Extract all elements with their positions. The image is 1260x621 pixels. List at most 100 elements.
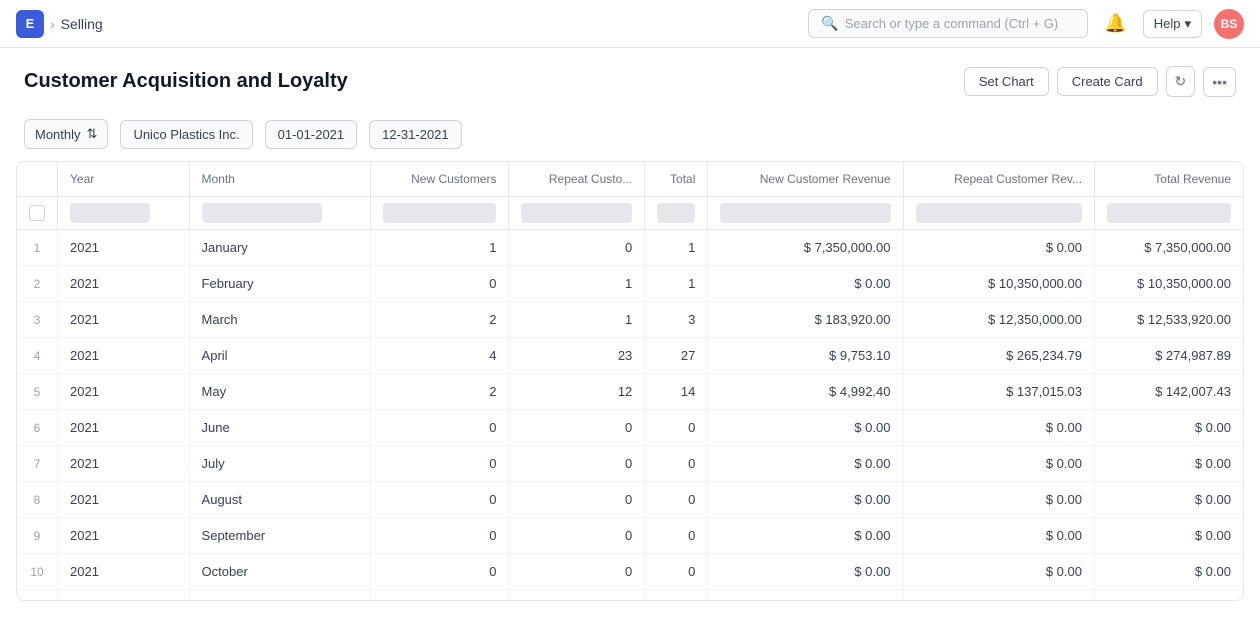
cell-total-revenue: $ 0.00 — [1094, 554, 1243, 590]
cell-repeat-revenue: $ 12,350,000.00 — [903, 302, 1094, 338]
col-repeat-revenue[interactable]: Repeat Customer Rev... — [903, 162, 1094, 197]
breadcrumb-area: E › Selling — [16, 10, 103, 38]
date-from-filter[interactable]: 01-01-2021 — [265, 120, 358, 149]
table-row: 8 2021 August 0 0 0 $ 0.00 $ 0.00 $ 0.00 — [17, 482, 1243, 518]
filters-row: Monthly ⇅ Unico Plastics Inc. 01-01-2021… — [0, 111, 1260, 161]
table-header-row: Year Month New Customers Repeat Custo...… — [17, 162, 1243, 197]
table-row: 3 2021 March 2 1 3 $ 183,920.00 $ 12,350… — [17, 302, 1243, 338]
create-card-button[interactable]: Create Card — [1057, 67, 1158, 96]
app-logo[interactable]: E — [16, 10, 44, 38]
top-navigation: E › Selling 🔍 Search or type a command (… — [0, 0, 1260, 48]
cell-total: 0 — [645, 554, 708, 590]
filter-new-rev-cell[interactable] — [708, 197, 903, 230]
user-avatar[interactable]: BS — [1214, 9, 1244, 39]
col-repeat-customers[interactable]: Repeat Custo... — [509, 162, 645, 197]
filter-year-cell[interactable] — [58, 197, 190, 230]
more-options-button[interactable]: ••• — [1203, 67, 1236, 97]
company-filter[interactable]: Unico Plastics Inc. — [120, 120, 252, 149]
cell-repeat-revenue: $ 0.00 — [903, 230, 1094, 266]
cell-new-revenue: $ 7,350,000.00 — [708, 230, 903, 266]
cell-new-revenue: $ 183,920.00 — [708, 302, 903, 338]
filter-month-cell[interactable] — [189, 197, 371, 230]
cell-new-revenue: $ 0.00 — [708, 554, 903, 590]
cell-year: 2021 — [58, 482, 190, 518]
col-index — [17, 162, 58, 197]
chevron-down-icon: ▾ — [1184, 16, 1191, 32]
date-to-filter[interactable]: 12-31-2021 — [369, 120, 462, 149]
cell-total: 1 — [645, 230, 708, 266]
table-row: 6 2021 June 0 0 0 $ 0.00 $ 0.00 $ 0.00 — [17, 410, 1243, 446]
cell-total: 1 — [645, 266, 708, 302]
table-row: 1 2021 January 1 0 1 $ 7,350,000.00 $ 0.… — [17, 230, 1243, 266]
cell-year: 2021 — [58, 302, 190, 338]
set-chart-button[interactable]: Set Chart — [964, 67, 1049, 96]
cell-new-revenue: $ 4,992.40 — [708, 374, 903, 410]
table-filter-row — [17, 197, 1243, 230]
table-row: 11 2021 November 0 0 0 $ 0.00 $ 0.00 $ 0… — [17, 590, 1243, 602]
page-title: Customer Acquisition and Loyalty — [24, 70, 348, 93]
period-filter[interactable]: Monthly ⇅ — [24, 119, 108, 149]
filter-checkbox-cell[interactable] — [17, 197, 58, 230]
cell-repeat-revenue: $ 0.00 — [903, 554, 1094, 590]
cell-year: 2021 — [58, 410, 190, 446]
row-index: 8 — [17, 482, 58, 518]
row-index: 11 — [17, 590, 58, 602]
cell-repeat-revenue: $ 0.00 — [903, 410, 1094, 446]
cell-repeat-revenue: $ 0.00 — [903, 518, 1094, 554]
notifications-button[interactable]: 🔔 — [1100, 9, 1130, 38]
cell-month: September — [189, 518, 371, 554]
cell-total: 0 — [645, 590, 708, 602]
filter-new-cust-cell[interactable] — [371, 197, 509, 230]
cell-month: July — [189, 446, 371, 482]
breadcrumb-separator: › — [50, 16, 55, 32]
col-year[interactable]: Year — [58, 162, 190, 197]
filter-total-rev-cell[interactable] — [1094, 197, 1243, 230]
row-index: 3 — [17, 302, 58, 338]
cell-repeat-customers: 0 — [509, 482, 645, 518]
filter-repeat-cust-cell[interactable] — [509, 197, 645, 230]
col-new-revenue[interactable]: New Customer Revenue — [708, 162, 903, 197]
cell-total: 0 — [645, 446, 708, 482]
cell-total-revenue: $ 0.00 — [1094, 446, 1243, 482]
cell-total-revenue: $ 7,350,000.00 — [1094, 230, 1243, 266]
cell-repeat-customers: 0 — [509, 410, 645, 446]
cell-repeat-revenue: $ 10,350,000.00 — [903, 266, 1094, 302]
cell-total: 14 — [645, 374, 708, 410]
row-index: 6 — [17, 410, 58, 446]
cell-new-customers: 2 — [371, 374, 509, 410]
cell-new-revenue: $ 0.00 — [708, 446, 903, 482]
cell-year: 2021 — [58, 230, 190, 266]
breadcrumb-selling: Selling — [61, 16, 103, 32]
refresh-button[interactable]: ↻ — [1166, 66, 1196, 97]
cell-new-revenue: $ 0.00 — [708, 590, 903, 602]
cell-new-customers: 4 — [371, 338, 509, 374]
global-search[interactable]: 🔍 Search or type a command (Ctrl + G) — [808, 9, 1088, 38]
col-month[interactable]: Month — [189, 162, 371, 197]
cell-total: 0 — [645, 482, 708, 518]
filter-total-cell[interactable] — [645, 197, 708, 230]
row-index: 2 — [17, 266, 58, 302]
table-row: 9 2021 September 0 0 0 $ 0.00 $ 0.00 $ 0… — [17, 518, 1243, 554]
row-index: 10 — [17, 554, 58, 590]
col-new-customers[interactable]: New Customers — [371, 162, 509, 197]
cell-repeat-revenue: $ 0.00 — [903, 590, 1094, 602]
cell-repeat-customers: 1 — [509, 266, 645, 302]
data-table-container: Year Month New Customers Repeat Custo...… — [16, 161, 1244, 601]
cell-repeat-customers: 1 — [509, 302, 645, 338]
filter-repeat-rev-cell[interactable] — [903, 197, 1094, 230]
cell-repeat-customers: 0 — [509, 590, 645, 602]
cell-month: June — [189, 410, 371, 446]
col-total-revenue[interactable]: Total Revenue — [1094, 162, 1243, 197]
cell-repeat-customers: 23 — [509, 338, 645, 374]
cell-repeat-revenue: $ 137,015.03 — [903, 374, 1094, 410]
col-total[interactable]: Total — [645, 162, 708, 197]
cell-new-customers: 2 — [371, 302, 509, 338]
table-row: 5 2021 May 2 12 14 $ 4,992.40 $ 137,015.… — [17, 374, 1243, 410]
cell-year: 2021 — [58, 554, 190, 590]
table-body: 1 2021 January 1 0 1 $ 7,350,000.00 $ 0.… — [17, 230, 1243, 602]
table-row: 7 2021 July 0 0 0 $ 0.00 $ 0.00 $ 0.00 — [17, 446, 1243, 482]
cell-repeat-customers: 12 — [509, 374, 645, 410]
help-button[interactable]: Help ▾ — [1143, 10, 1202, 38]
cell-year: 2021 — [58, 446, 190, 482]
cell-year: 2021 — [58, 590, 190, 602]
